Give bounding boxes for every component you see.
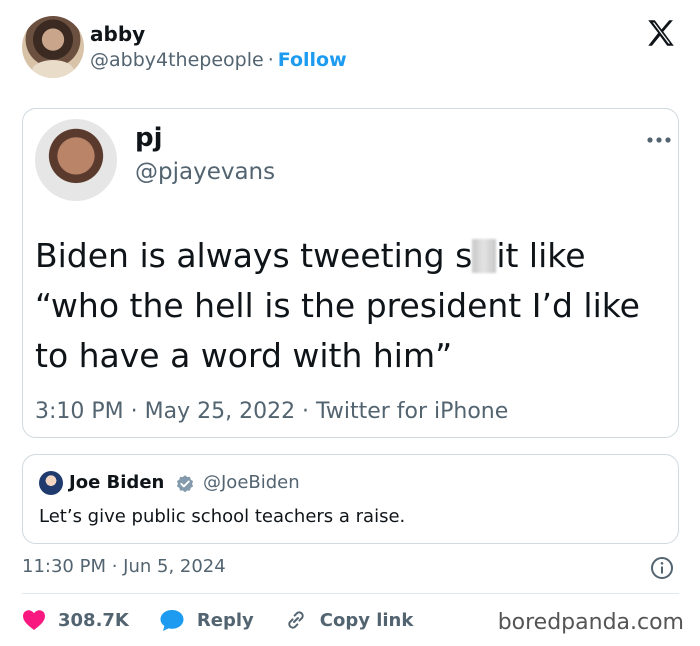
follow-button[interactable]: Follow xyxy=(278,49,347,71)
author-avatar[interactable] xyxy=(22,16,84,78)
divider xyxy=(22,593,679,594)
tweet-timestamp[interactable]: 11:30 PM · Jun 5, 2024 xyxy=(22,556,226,577)
x-logo-icon[interactable] xyxy=(644,16,678,50)
quoted-author-name: pj xyxy=(135,123,163,153)
embedded-author-handle: @JoeBiden xyxy=(203,472,300,493)
quoted-text-start: Biden is always tweeting s xyxy=(35,236,473,275)
tweet-embed: abby @abby4thepeople · Follow pj @pjayevan… xyxy=(0,0,700,646)
heart-icon xyxy=(23,610,45,630)
like-button[interactable]: 308.7K xyxy=(22,609,129,631)
more-options-icon xyxy=(647,137,671,143)
quoted-tweet-timestamp: 3:10 PM · May 25, 2022 · Twitter for iPh… xyxy=(35,399,509,424)
copy-link-button[interactable]: Copy link xyxy=(284,608,414,632)
embedded-tweet-card[interactable]: Joe Biden @JoeBiden Let’s give public sc… xyxy=(22,454,679,544)
copy-link-label: Copy link xyxy=(319,609,414,631)
separator: · xyxy=(267,49,274,71)
author-handle[interactable]: @abby4thepeople xyxy=(90,49,264,71)
info-icon[interactable] xyxy=(650,556,674,580)
embedded-author-name: Joe Biden xyxy=(69,472,165,493)
watermark: boredpanda.com xyxy=(497,610,684,635)
verified-badge-icon xyxy=(176,475,194,493)
censor-blur xyxy=(472,239,497,273)
like-count: 308.7K xyxy=(58,609,129,631)
quoted-tweet-text: Biden is always tweeting s it like “who t… xyxy=(35,231,665,381)
quoted-author-avatar xyxy=(35,119,117,201)
reply-bubble-icon xyxy=(160,610,184,631)
quoted-author-handle: @pjayevans xyxy=(135,159,276,185)
action-bar: 308.7K Reply Copy link xyxy=(22,606,443,634)
quoted-tweet-card: pj @pjayevans Biden is always tweeting s… xyxy=(22,108,679,438)
embedded-author-avatar xyxy=(39,471,63,495)
link-icon xyxy=(288,611,304,629)
author-handle-row: @abby4thepeople · Follow xyxy=(90,49,347,71)
embedded-tweet-text: Let’s give public school teachers a rais… xyxy=(39,506,406,527)
reply-label: Reply xyxy=(196,609,254,631)
reply-button[interactable]: Reply xyxy=(159,608,254,632)
author-name[interactable]: abby xyxy=(90,22,145,46)
